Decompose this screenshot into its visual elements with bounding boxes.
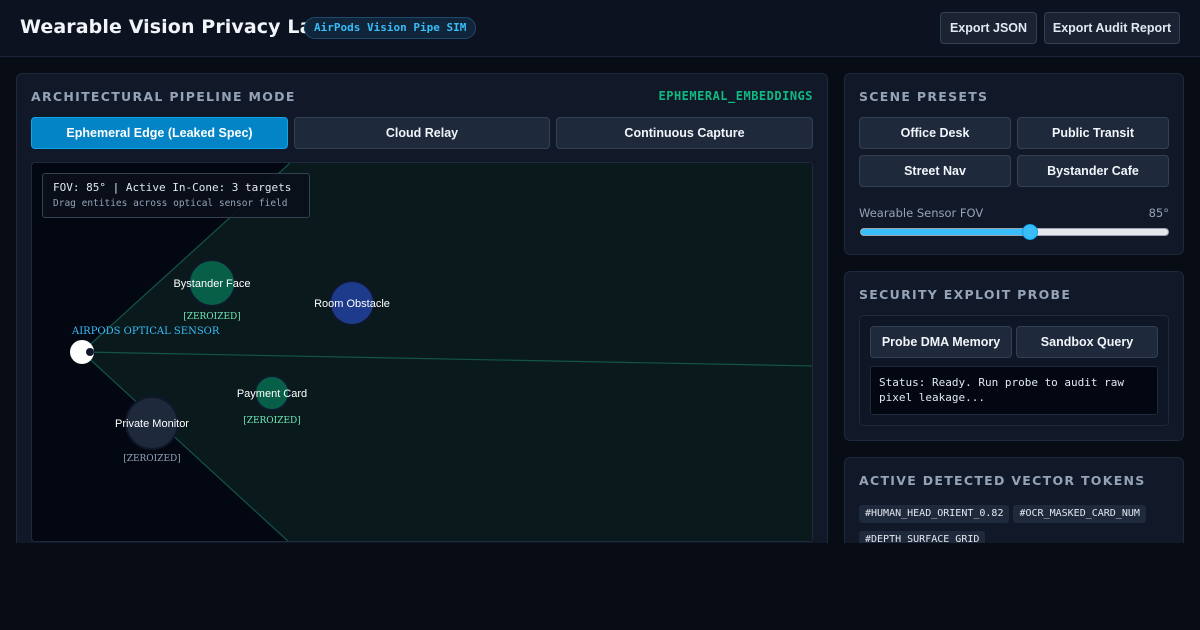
probe-status-text: Status: Ready. Run probe to audit raw pi… [870,366,1158,415]
mode-cloud-relay-button[interactable]: Cloud Relay [294,117,550,149]
fov-slider-fill [861,229,1030,235]
sensor-field-canvas[interactable]: Bystander Face [ZEROIZED] Room Obstacle … [31,162,813,542]
preset-street-nav-button[interactable]: Street Nav [859,155,1011,187]
page-footer-area [0,543,1200,630]
top-bar: Wearable Vision Privacy Lab AirPods Visi… [0,0,1200,57]
preset-public-transit-button[interactable]: Public Transit [1017,117,1169,149]
fov-slider-track[interactable] [860,224,1169,240]
entity-tag: [ZEROIZED] [243,416,301,426]
fov-hud: FOV: 85° | Active In-Cone: 3 targets Dra… [42,173,310,218]
sensor-label: AIRPODS OPTICAL SENSOR [71,326,220,337]
entity-label: Private Monitor [115,418,189,430]
preset-office-desk-button[interactable]: Office Desk [859,117,1011,149]
mode-continuous-capture-button[interactable]: Continuous Capture [556,117,813,149]
mode-ephemeral-edge-button[interactable]: Ephemeral Edge (Leaked Spec) [31,117,288,149]
entity-label: Bystander Face [173,278,250,290]
entity-label: Payment Card [237,388,307,400]
preset-bystander-cafe-button[interactable]: Bystander Cafe [1017,155,1169,187]
app-title: Wearable Vision Privacy Lab [20,16,327,38]
entity-tag: [ZEROIZED] [123,454,181,464]
fov-slider-label: Wearable Sensor FOV [859,206,984,220]
hud-hint-line: Drag entities across optical sensor fiel… [53,198,288,209]
fov-cone [82,163,812,541]
sim-badge: AirPods Vision Pipe SIM [304,17,477,39]
sensor-field-svg: Bystander Face [ZEROIZED] Room Obstacle … [70,163,812,541]
security-probe-title: SECURITY EXPLOIT PROBE [859,287,1072,302]
scene-presets-title: SCENE PRESETS [859,89,989,104]
entity-tag: [ZEROIZED] [183,312,241,322]
vector-tokens-title: ACTIVE DETECTED VECTOR TOKENS [859,473,1146,488]
probe-container: Probe DMA Memory Sandbox Query Status: R… [859,315,1169,426]
fov-slider-thumb[interactable] [1021,224,1038,240]
sensor-lens-icon [86,348,94,356]
scene-presets-panel: SCENE PRESETS Office Desk Public Transit… [844,73,1184,255]
export-json-button[interactable]: Export JSON [940,12,1037,44]
vector-token: #OCR_MASKED_CARD_NUM [1013,505,1146,523]
vector-tokens-panel: ACTIVE DETECTED VECTOR TOKENS #HUMAN_HEA… [844,457,1184,553]
pipeline-title: ARCHITECTURAL PIPELINE MODE [31,89,296,104]
security-probe-panel: SECURITY EXPLOIT PROBE Probe DMA Memory … [844,271,1184,441]
hud-status-line: FOV: 85° | Active In-Cone: 3 targets [53,181,292,194]
fov-slider-value: 85° [1148,206,1169,220]
probe-dma-memory-button[interactable]: Probe DMA Memory [870,326,1012,358]
export-audit-report-button[interactable]: Export Audit Report [1044,12,1180,44]
pipeline-mode-readout: EPHEMERAL_EMBEDDINGS [658,89,813,103]
sandbox-query-button[interactable]: Sandbox Query [1016,326,1158,358]
pipeline-panel: ARCHITECTURAL PIPELINE MODE EPHEMERAL_EM… [16,73,828,553]
vector-token: #HUMAN_HEAD_ORIENT_0.82 [859,505,1010,523]
entity-label: Room Obstacle [314,298,390,310]
